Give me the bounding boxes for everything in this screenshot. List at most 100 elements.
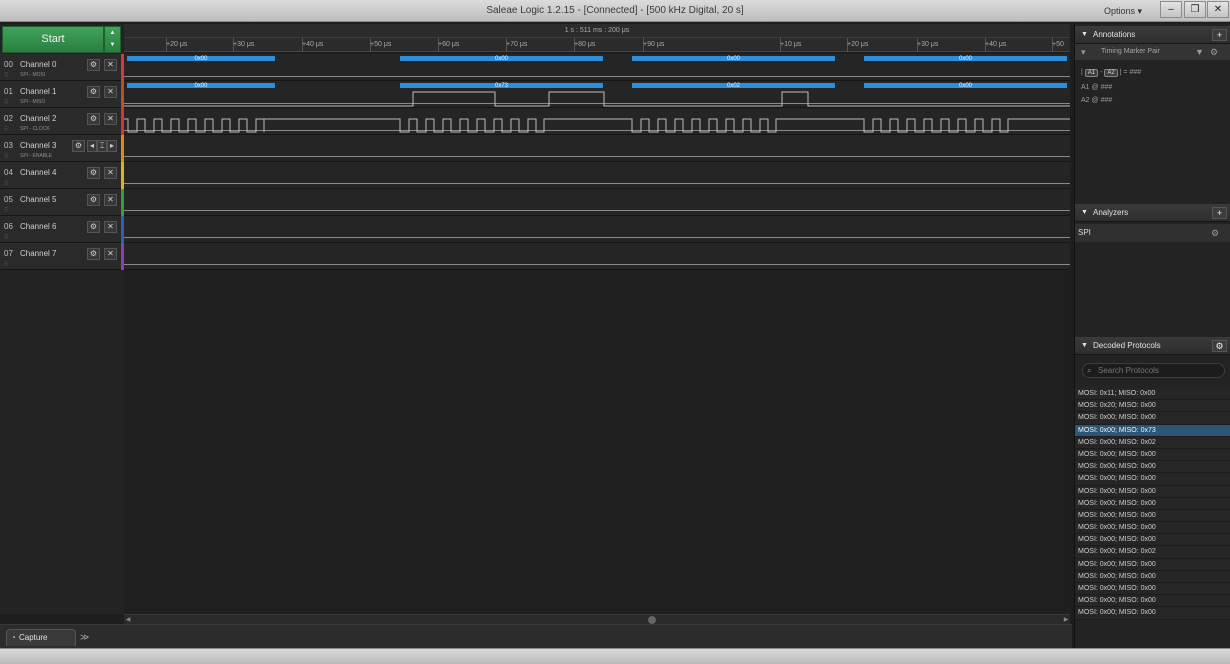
search-protocols-input[interactable]: ⌕ Search Protocols <box>1082 363 1225 378</box>
decoded-protocol-row[interactable]: MOSI: 0x00; MISO: 0x00 <box>1075 583 1230 596</box>
channel-row[interactable]: 04 Channel 4 ⠿ ⚙ ✕ <box>0 162 124 189</box>
analyzer-item-spi[interactable]: SPI ⚙ <box>1075 224 1230 242</box>
gear-icon[interactable]: ⚙ <box>87 86 100 98</box>
timing-marker-pair[interactable]: ▾ Timing Marker Pair ▼ ⚙ <box>1075 44 1230 60</box>
gear-icon[interactable]: ⚙ <box>87 167 100 179</box>
drag-handle-icon[interactable]: ⠿ <box>4 234 8 241</box>
channel-name[interactable]: Channel 2 <box>20 114 56 123</box>
analyzers-header[interactable]: ▼ Analyzers + <box>1075 204 1230 222</box>
waveform-area[interactable]: 0x00 0x00 0x00 0x00 0x00 0x73 0x02 0x00 <box>124 52 1070 614</box>
miso-waveform <box>124 91 1070 107</box>
decoded-settings-button[interactable]: ⚙ <box>1212 340 1227 352</box>
horizontal-scrollbar[interactable]: ◀ ▶ <box>124 614 1070 624</box>
decoded-protocol-row[interactable]: MOSI: 0x00; MISO: 0x00 <box>1075 522 1230 535</box>
decoded-protocol-row[interactable]: MOSI: 0x00; MISO: 0x00 <box>1075 595 1230 608</box>
channel-row[interactable]: 03 Channel 3 SPI - ENABLE ⠿ ⚙ ◂ ⌶ ▸ <box>0 135 124 162</box>
drag-handle-icon[interactable]: ⠿ <box>4 180 8 187</box>
close-icon[interactable]: ✕ <box>104 248 117 260</box>
close-icon[interactable]: ✕ <box>104 194 117 206</box>
channel-name[interactable]: Channel 4 <box>20 168 56 177</box>
decoded-protocol-row[interactable]: MOSI: 0x00; MISO: 0x00 <box>1075 473 1230 486</box>
trigger-edge-icon[interactable]: ⌶ <box>97 140 107 152</box>
channel-name[interactable]: Channel 0 <box>20 60 56 69</box>
decoded-protocol-row[interactable]: MOSI: 0x00; MISO: 0x00 <box>1075 570 1230 583</box>
restore-icon[interactable]: ❐ <box>1184 1 1206 18</box>
drag-handle-icon[interactable]: ⠿ <box>4 72 8 79</box>
close-icon[interactable]: ✕ <box>104 221 117 233</box>
ruler-tick-label: +10 μs <box>780 41 802 48</box>
collapse-icon[interactable]: ▼ <box>1081 204 1088 222</box>
ruler-tick-label: +40 μs <box>985 41 1007 48</box>
dropdown-icon[interactable]: ▼ <box>1195 44 1204 60</box>
decoded-protocol-row[interactable]: MOSI: 0x00; MISO: 0x73 <box>1075 424 1230 437</box>
decoded-protocol-row[interactable]: MOSI: 0x00; MISO: 0x00 <box>1075 485 1230 498</box>
collapse-icon[interactable]: ▼ <box>1081 26 1088 44</box>
add-annotation-button[interactable]: + <box>1212 29 1227 41</box>
gear-icon[interactable]: ⚙ <box>87 248 100 260</box>
drag-handle-icon[interactable]: ⠿ <box>4 126 8 133</box>
gear-icon[interactable]: ⚙ <box>87 221 100 233</box>
ruler-tick-label: +80 μs <box>574 41 596 48</box>
minimize-icon[interactable]: – <box>1160 1 1182 18</box>
channel-row[interactable]: 07 Channel 7 ⠿ ⚙ ✕ <box>0 243 124 270</box>
collapse-icon[interactable]: ▼ <box>1081 337 1088 355</box>
decoded-protocol-row[interactable]: MOSI: 0x00; MISO: 0x00 <box>1075 534 1230 547</box>
channel-name[interactable]: Channel 7 <box>20 249 56 258</box>
capture-tab-label: Capture <box>19 633 48 642</box>
gear-icon[interactable]: ⚙ <box>1211 224 1219 242</box>
decoded-protocol-row[interactable]: MOSI: 0x00; MISO: 0x00 <box>1075 461 1230 474</box>
channel-row[interactable]: 00 Channel 0 SPI - MOSI ⠿ ⚙ ✕ <box>0 54 124 81</box>
add-analyzer-button[interactable]: + <box>1212 207 1227 219</box>
start-options-icon[interactable]: ▲ ▼ <box>104 26 121 53</box>
close-icon[interactable]: ✕ <box>104 113 117 125</box>
capture-tab[interactable]: ◔ Capture <box>6 629 76 646</box>
decoded-protocol-row[interactable]: MOSI: 0x00; MISO: 0x02 <box>1075 546 1230 559</box>
close-icon[interactable]: ✕ <box>104 167 117 179</box>
channel-name[interactable]: Channel 3 <box>20 141 56 150</box>
decoded-protocol-row[interactable]: MOSI: 0x00; MISO: 0x02 <box>1075 436 1230 449</box>
channel-name[interactable]: Channel 5 <box>20 195 56 204</box>
channel-name[interactable]: Channel 6 <box>20 222 56 231</box>
a2-badge[interactable]: A2 <box>1104 69 1118 77</box>
decoded-protocol-row[interactable]: MOSI: 0x00; MISO: 0x00 <box>1075 607 1230 620</box>
drag-handle-icon[interactable]: ⠿ <box>4 153 8 160</box>
drag-handle-icon[interactable]: ⠿ <box>4 207 8 214</box>
channel-row[interactable]: 06 Channel 6 ⠿ ⚙ ✕ <box>0 216 124 243</box>
gear-icon[interactable]: ⚙ <box>87 59 100 71</box>
channel-row[interactable]: 01 Channel 1 SPI - MISO ⠿ ⚙ ✕ <box>0 81 124 108</box>
drag-handle-icon[interactable]: ⠿ <box>4 261 8 268</box>
annotations-header[interactable]: ▼ Annotations + <box>1075 26 1230 44</box>
decoded-protocol-row[interactable]: MOSI: 0x00; MISO: 0x00 <box>1075 497 1230 510</box>
scroll-thumb[interactable] <box>648 616 656 624</box>
options-menu[interactable]: Options ▾ <box>1104 6 1142 17</box>
start-button[interactable]: Start <box>2 26 104 53</box>
channel-row[interactable]: 05 Channel 5 ⠿ ⚙ ✕ <box>0 189 124 216</box>
mosi-byte-label: 0x00 <box>194 56 208 62</box>
gear-icon[interactable]: ⚙ <box>87 194 100 206</box>
time-ruler[interactable]: 1 s : 511 ms : 200 μs +20 μs +30 μs +40 μs… <box>124 24 1070 52</box>
mosi-byte-label: 0x00 <box>726 56 740 62</box>
close-icon[interactable]: ✕ <box>104 59 117 71</box>
close-icon[interactable]: ✕ <box>104 86 117 98</box>
channel-number: 04 <box>4 168 13 177</box>
trigger-falling-icon[interactable]: ◂ <box>87 140 97 152</box>
more-tabs-icon[interactable]: ≫ <box>80 632 89 643</box>
decoded-protocol-row[interactable]: MOSI: 0x20; MISO: 0x00 <box>1075 400 1230 413</box>
ruler-tick-label: +60 μs <box>438 41 460 48</box>
channel-row[interactable]: 02 Channel 2 SPI - CLOCK ⠿ ⚙ ✕ <box>0 108 124 135</box>
decoded-protocol-row[interactable]: MOSI: 0x00; MISO: 0x00 <box>1075 558 1230 571</box>
channel-protocol-label: SPI - MOSI <box>20 72 46 78</box>
trigger-rising-icon[interactable]: ▸ <box>107 140 117 152</box>
close-icon[interactable]: ✕ <box>1207 1 1229 18</box>
gear-icon[interactable]: ⚙ <box>1210 44 1218 60</box>
decoded-protocol-row[interactable]: MOSI: 0x11; MISO: 0x00 <box>1075 388 1230 401</box>
gear-icon[interactable]: ⚙ <box>72 140 85 152</box>
drag-handle-icon[interactable]: ⠿ <box>4 99 8 106</box>
decoded-protocols-header[interactable]: ▼ Decoded Protocols ⚙ <box>1075 337 1230 355</box>
decoded-protocol-row[interactable]: MOSI: 0x00; MISO: 0x00 <box>1075 412 1230 425</box>
gear-icon[interactable]: ⚙ <box>87 113 100 125</box>
a1-badge[interactable]: A1 <box>1084 69 1099 77</box>
decoded-protocol-row[interactable]: MOSI: 0x00; MISO: 0x00 <box>1075 448 1230 462</box>
channel-name[interactable]: Channel 1 <box>20 87 56 96</box>
decoded-protocol-row[interactable]: MOSI: 0x00; MISO: 0x00 <box>1075 509 1230 523</box>
